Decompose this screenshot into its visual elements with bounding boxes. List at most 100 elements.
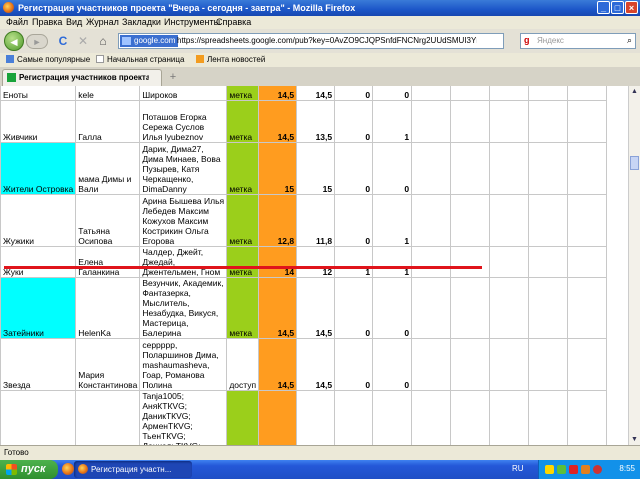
score-cell: 15 xyxy=(296,142,336,195)
empty-cell xyxy=(489,86,530,101)
empty-cell xyxy=(450,100,491,143)
empty-cell xyxy=(489,277,530,339)
tray-icon[interactable] xyxy=(545,465,554,474)
count-cell: 0 xyxy=(334,277,374,339)
curator-cell: Эллен Вайно xyxy=(75,390,141,445)
team-name-cell: Звездолёт xyxy=(0,390,77,445)
status-cell: метка xyxy=(226,277,260,339)
menu-edit[interactable]: Правка xyxy=(32,17,62,27)
team-name-cell: Звезда xyxy=(0,338,77,391)
new-tab-button[interactable]: + xyxy=(166,70,180,84)
members-cell: Широков xyxy=(139,86,228,101)
home-icon[interactable]: ⌂ xyxy=(96,34,110,48)
empty-cell xyxy=(567,142,608,195)
close-button[interactable]: × xyxy=(625,1,638,14)
curator-cell: Мария Константинова xyxy=(75,338,141,391)
bookmark-label: Начальная страница xyxy=(107,55,185,64)
site-identity-badge[interactable]: google.com xyxy=(120,35,179,47)
back-button[interactable]: ◄ xyxy=(4,31,24,51)
reload-icon[interactable]: C xyxy=(56,34,70,48)
empty-cell xyxy=(489,390,530,445)
status-cell: доступ xyxy=(226,338,260,391)
tab-active[interactable]: Регистрация участников проекта "... xyxy=(2,69,162,86)
table-row: ЗвездолётЭллен ВайноTanja1005; АняКТКVG;… xyxy=(0,390,608,445)
score-cell: 14,5 xyxy=(296,338,336,391)
score-total-cell: 14,5 xyxy=(258,100,298,143)
forward-button[interactable]: ► xyxy=(26,34,48,49)
menu-history[interactable]: Журнал xyxy=(86,17,119,27)
menu-file[interactable]: Файл xyxy=(6,17,28,27)
table-row: Жуки Елена Галанкина Чалдер, Джейт, Джедай… xyxy=(0,246,608,278)
empty-cell xyxy=(411,390,452,445)
empty-cell xyxy=(528,390,569,445)
empty-cell xyxy=(567,390,608,445)
taskbar-item-firefox[interactable]: Регистрация участн... xyxy=(74,461,192,478)
menu-bookmarks[interactable]: Закладки xyxy=(122,17,161,27)
clock: 8:55 xyxy=(619,464,635,473)
empty-cell xyxy=(528,338,569,391)
bookmark-most-visited[interactable]: Самые популярные xyxy=(6,55,90,64)
count-cell: 0 xyxy=(334,390,374,445)
search-engine-icon[interactable]: g xyxy=(524,35,530,45)
search-icon[interactable]: ⌕ xyxy=(627,35,632,46)
stop-icon[interactable]: ✕ xyxy=(76,34,90,48)
count-cell: 0 xyxy=(372,277,413,339)
menu-help[interactable]: Справка xyxy=(216,17,251,27)
address-bar[interactable]: google.com https://spreadsheets.google.c… xyxy=(118,33,616,49)
curator-cell: Елена Галанкина xyxy=(75,246,141,278)
taskbar-item-label: Регистрация участн... xyxy=(91,465,172,474)
empty-cell xyxy=(567,277,608,339)
url-text[interactable]: https://spreadsheets.google.com/pub?key=… xyxy=(177,36,477,45)
page-icon xyxy=(96,55,104,63)
tray-icon[interactable] xyxy=(593,465,602,474)
empty-cell xyxy=(528,277,569,339)
tray-icon[interactable] xyxy=(581,465,590,474)
status-cell: метка xyxy=(226,246,260,278)
tab-strip: Регистрация участников проекта "... + xyxy=(0,67,640,87)
score-cell: 13,5 xyxy=(296,100,336,143)
start-button[interactable]: пуск xyxy=(0,460,58,479)
scroll-up-arrow[interactable]: ▲ xyxy=(629,86,640,97)
empty-cell xyxy=(411,194,452,247)
score-cell: 14,5 xyxy=(296,277,336,339)
menu-view[interactable]: Вид xyxy=(66,17,82,27)
score-cell: 12,5 xyxy=(296,390,336,445)
team-name-cell: Живчики xyxy=(0,100,77,143)
firefox-quicklaunch-icon[interactable] xyxy=(62,463,74,475)
scroll-down-arrow[interactable]: ▼ xyxy=(629,434,640,445)
bookmark-label: Самые популярные xyxy=(17,55,91,64)
score-cell: 11,8 xyxy=(296,194,336,247)
search-box[interactable]: g Яндекс ⌕ xyxy=(520,33,636,49)
count-cell: 0 xyxy=(334,86,374,101)
status-text: Готово xyxy=(4,448,29,457)
bookmark-news-feed[interactable]: Лента новостей xyxy=(196,55,265,64)
scrollbar-thumb[interactable] xyxy=(630,156,639,170)
team-name-cell: Еноты xyxy=(0,86,77,101)
minimize-button[interactable]: _ xyxy=(597,1,610,14)
score-total-cell: 15 xyxy=(258,142,298,195)
language-indicator[interactable]: RU xyxy=(512,464,524,473)
score-total-cell: 12,5 xyxy=(258,390,298,445)
tray-icon[interactable] xyxy=(569,465,578,474)
empty-cell xyxy=(567,246,608,278)
search-input[interactable]: Яндекс xyxy=(537,36,564,45)
empty-cell xyxy=(411,338,452,391)
maximize-button[interactable]: □ xyxy=(611,1,624,14)
table-row: Еноты kele Широков метка 14,5 14,5 0 0 xyxy=(0,86,608,101)
vertical-scrollbar[interactable]: ▲ ▼ xyxy=(628,86,640,445)
rss-icon xyxy=(196,55,204,63)
bookmark-start-page[interactable]: Начальная страница xyxy=(96,55,184,64)
start-label: пуск xyxy=(21,463,46,475)
members-cell: Поташов Егорка Сережа Суслов Илья lyubez… xyxy=(139,100,228,143)
menu-tools[interactable]: Инструменты xyxy=(164,17,220,27)
count-cell: 1 xyxy=(372,100,413,143)
count-cell: 0 xyxy=(334,142,374,195)
tray-icon[interactable] xyxy=(557,465,566,474)
empty-cell xyxy=(450,277,491,339)
empty-cell xyxy=(528,194,569,247)
empty-cell xyxy=(567,86,608,101)
score-total-cell: 14,5 xyxy=(258,277,298,339)
status-bar: Готово xyxy=(0,445,640,461)
empty-cell xyxy=(450,86,491,101)
score-total-cell: 14,5 xyxy=(258,338,298,391)
